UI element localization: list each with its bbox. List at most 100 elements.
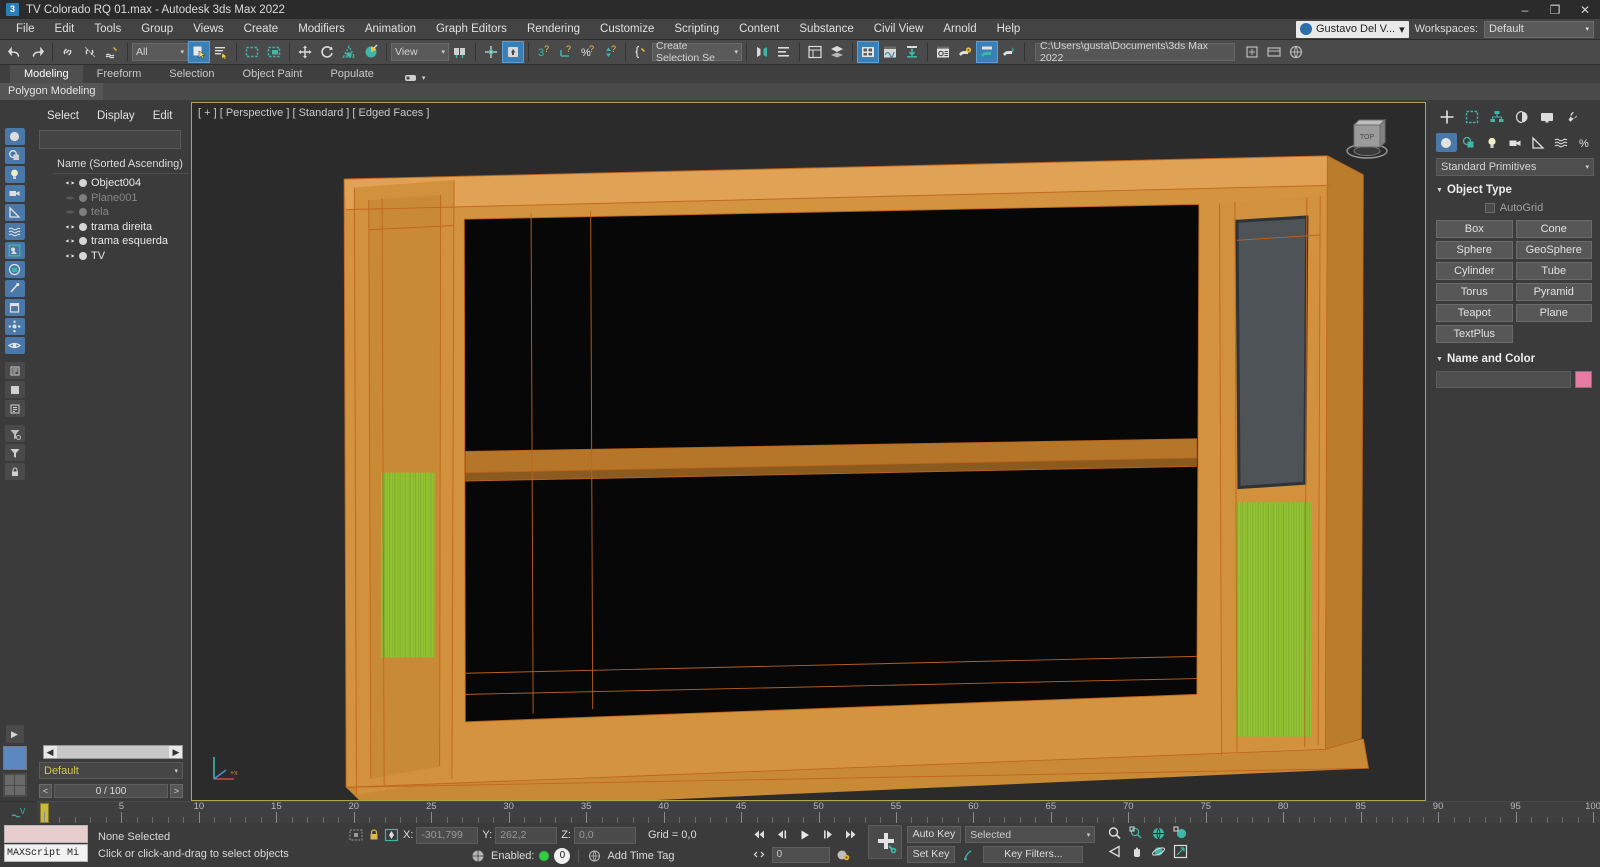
x-input[interactable]: -301,799 [416,826,479,844]
list-item[interactable]: trama esquerda [53,234,189,249]
select-object-button[interactable] [188,41,210,63]
name-color-rollout-header[interactable]: ▼ Name and Color [1428,343,1600,367]
sphere-button[interactable]: Sphere [1436,241,1513,259]
go-to-end-button[interactable] [841,826,861,843]
unlink-selection-icon[interactable] [79,41,101,63]
time-configuration-button[interactable] [833,846,853,863]
rendered-frame-window-button[interactable] [932,41,954,63]
absolute-relative-transform-icon[interactable] [384,828,399,842]
maxscript-input-field[interactable]: MAXScript Mi [4,844,88,862]
next-frame-button[interactable] [818,826,838,843]
utilities-tab-icon[interactable] [1561,107,1583,127]
menu-substance[interactable]: Substance [789,19,863,40]
play-animation-button[interactable] [795,826,815,843]
eye-icon[interactable] [65,193,75,203]
ribbon-panel-polygon-modeling[interactable]: Polygon Modeling [0,83,104,100]
expand-all-icon[interactable] [4,400,25,417]
placement-tool-button[interactable] [360,41,382,63]
ribbon-tab-freeform[interactable]: Freeform [83,65,156,83]
geosphere-button[interactable]: GeoSphere [1515,241,1592,259]
add-time-tag-icon[interactable] [587,849,602,863]
filter-selected-icon[interactable] [4,444,25,461]
autogrid-checkbox[interactable] [1484,203,1495,213]
menu-rendering[interactable]: Rendering [517,19,590,40]
layer-dropdown[interactable]: Default ▾ [39,762,183,779]
filter-groups-icon[interactable] [4,242,25,259]
plane-button[interactable]: Plane [1515,304,1592,322]
content-browser-icon[interactable] [1285,41,1307,63]
select-and-move-button[interactable] [294,41,316,63]
menu-help[interactable]: Help [987,19,1031,40]
category-geometry-icon[interactable] [1436,133,1457,152]
list-item[interactable]: TV [53,249,189,264]
timeline-track[interactable]: 5 10 15 20 25 30 35 40 45 50 55 60 65 70 75 80 85 90 95 100 [37,801,1600,823]
object-type-rollout-header[interactable]: ▼ Object Type [1428,182,1600,198]
pan-view-icon[interactable] [1129,844,1144,862]
eye-icon[interactable] [65,207,75,217]
scene-explorer-search-input[interactable] [39,130,181,149]
window-crossing-toggle-button[interactable] [263,41,285,63]
curve-editor-button[interactable] [879,41,901,63]
scene-converter-icon[interactable] [1241,41,1263,63]
menu-civil-view[interactable]: Civil View [864,19,934,40]
asset-tracking-icon[interactable] [1263,41,1285,63]
key-filters-button[interactable]: Key Filters... [983,846,1084,863]
use-selection-center-button[interactable] [480,41,502,63]
align-button[interactable] [773,41,795,63]
menu-arnold[interactable]: Arnold [933,19,986,40]
z-input[interactable]: 0,0 [573,826,636,844]
ribbon-tab-populate[interactable]: Populate [316,65,387,83]
key-mode-toggle-button[interactable] [749,846,769,863]
zoom-extents-icon[interactable] [1151,826,1166,844]
filter-bones-icon[interactable] [4,280,25,297]
selection-filter-dropdown[interactable]: All ▾ [132,43,188,61]
flat-list-icon[interactable] [4,381,25,398]
use-pivot-point-center-button[interactable] [449,41,471,63]
user-account-button[interactable]: Gustavo Del V... ▾ [1296,20,1409,38]
frame-next-button[interactable]: > [170,783,183,798]
scrollbar-thumb[interactable] [57,746,169,758]
menu-group[interactable]: Group [131,19,183,40]
minimize-button[interactable]: – [1510,0,1540,19]
grid-toggle-icon[interactable] [2,773,27,797]
torus-button[interactable]: Torus [1436,283,1513,301]
select-and-manipulate-button[interactable] [502,41,524,63]
pyramid-button[interactable]: Pyramid [1515,283,1592,301]
object-name-input[interactable] [1436,371,1571,388]
angle-snap-toggle-button[interactable]: ? [555,41,577,63]
redo-button[interactable] [26,41,48,63]
tube-button[interactable]: Tube [1515,262,1592,280]
perspective-viewport[interactable]: [ + ] [ Perspective ] [ Standard ] [ Edg… [191,102,1426,801]
snap-toggle-3d-button[interactable]: 3? [533,41,555,63]
category-space-warps-icon[interactable] [1550,133,1571,152]
project-path-field[interactable]: C:\Users\gusta\Documents\3ds Max 2022 [1035,40,1235,64]
box-button[interactable]: Box [1436,220,1513,238]
expand-panel-button[interactable]: ▶ [5,725,24,743]
cylinder-button[interactable]: Cylinder [1436,262,1513,280]
sort-by-name-icon[interactable] [4,362,25,379]
filter-xrefs-icon[interactable] [4,261,25,278]
lock-selection-set-icon[interactable] [368,828,380,842]
autogrid-row[interactable]: AutoGrid [1428,198,1600,220]
enabled-toggle-icon[interactable] [470,849,486,863]
eye-icon[interactable] [65,251,75,261]
set-key-filter-icon[interactable] [959,846,979,863]
timeline-key-icon[interactable]: V [0,801,37,823]
filter-shapes-icon[interactable] [4,147,25,164]
category-helpers-icon[interactable] [1527,133,1548,152]
scene-explorer-column-header[interactable]: Name (Sorted Ascending) [53,155,189,174]
ribbon-tab-modeling[interactable]: Modeling [10,65,83,83]
frame-prev-button[interactable]: < [39,783,52,798]
filter-particle-systems-icon[interactable] [4,318,25,335]
maxscript-output-field[interactable] [4,825,88,843]
menu-content[interactable]: Content [729,19,789,40]
menu-customize[interactable]: Customize [590,19,664,40]
ribbon-tab-object-paint[interactable]: Object Paint [229,65,317,83]
display-tab-icon[interactable] [1536,107,1558,127]
object-color-swatch[interactable] [1575,371,1592,388]
go-to-start-button[interactable] [749,826,769,843]
scene-explorer-menu-display[interactable]: Display [89,108,143,124]
toggle-scene-explorer-button[interactable] [804,41,826,63]
menu-scripting[interactable]: Scripting [664,19,729,40]
select-and-rotate-button[interactable] [316,41,338,63]
